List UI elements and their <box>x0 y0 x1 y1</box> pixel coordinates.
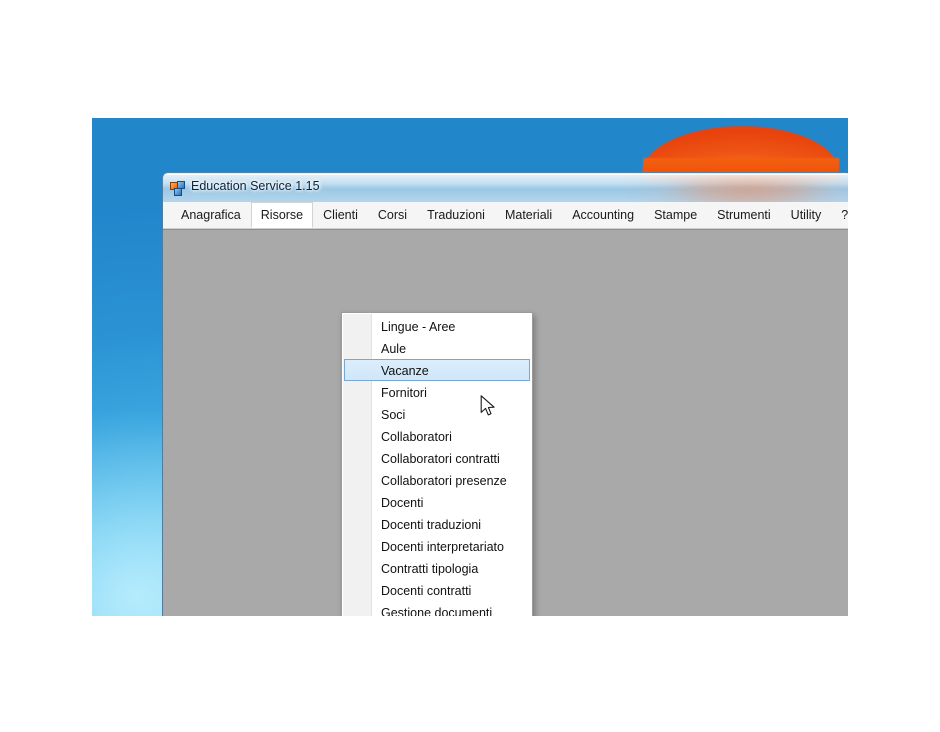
dropdown-item-label: Collaboratori <box>381 430 452 444</box>
dropdown-item-fornitori[interactable]: Fornitori <box>344 381 530 403</box>
dropdown-item-label: Collaboratori contratti <box>381 452 500 466</box>
dropdown-item-collaboratori-presenze[interactable]: Collaboratori presenze <box>344 469 530 491</box>
dropdown-item-label: Docenti interpretariato <box>381 540 504 554</box>
menu-item-accounting[interactable]: Accounting <box>562 202 644 228</box>
menu-item-label: Utility <box>790 208 822 222</box>
dropdown-item-label: Docenti <box>381 496 424 510</box>
menu-item-label: Materiali <box>504 208 553 222</box>
dropdown-item-label: Fornitori <box>381 386 427 400</box>
menu-item-stampe[interactable]: Stampe <box>644 202 707 228</box>
dropdown-item-docenti[interactable]: Docenti <box>344 491 530 513</box>
menu-item-traduzioni[interactable]: Traduzioni <box>417 202 495 228</box>
dropdown-item-docenti-contratti[interactable]: Docenti contratti <box>344 579 530 601</box>
dropdown-item-collaboratori[interactable]: Collaboratori <box>344 425 530 447</box>
menu-item-materiali[interactable]: Materiali <box>495 202 562 228</box>
dropdown-item-label: Vacanze <box>381 364 429 378</box>
menu-item-label: Corsi <box>377 208 408 222</box>
menu-item-label: Strumenti <box>717 208 771 222</box>
menu-item-utility[interactable]: Utility <box>781 202 832 228</box>
dropdown-item-docenti-traduzioni[interactable]: Docenti traduzioni <box>344 513 530 535</box>
menu-item-label: Stampe <box>654 208 698 222</box>
desktop-background: Education Service 1.15 Anagrafica Risors… <box>92 118 848 616</box>
dropdown-item-gestione-documenti[interactable]: Gestione documenti <box>344 601 530 616</box>
app-icon-blue-square-bottom <box>174 188 182 196</box>
dropdown-item-contratti-tipologia[interactable]: Contratti tipologia <box>344 557 530 579</box>
application-window: Education Service 1.15 Anagrafica Risors… <box>162 172 848 616</box>
dropdown-item-vacanze[interactable]: Vacanze <box>344 359 530 381</box>
menu-item-label: Traduzioni <box>427 208 485 222</box>
screenshot-canvas: Education Service 1.15 Anagrafica Risors… <box>0 0 940 732</box>
menu-item-label: Anagrafica <box>181 208 241 222</box>
dropdown-item-soci[interactable]: Soci <box>344 403 530 425</box>
app-squares-icon[interactable] <box>170 181 185 196</box>
dropdown-item-label: Collaboratori presenze <box>381 474 507 488</box>
menu-item-label: Accounting <box>572 208 635 222</box>
dropdown-item-label: Gestione documenti <box>381 606 493 616</box>
menu-item-label: Clienti <box>323 208 358 222</box>
risorse-dropdown-menu: Lingue - Aree Aule Vacanze Fornitori Soc… <box>341 312 533 616</box>
dropdown-item-aule[interactable]: Aule <box>344 337 530 359</box>
menu-item-anagrafica[interactable]: Anagrafica <box>171 202 251 228</box>
dropdown-item-label: Contratti tipologia <box>381 562 479 576</box>
dropdown-item-docenti-interpretariato[interactable]: Docenti interpretariato <box>344 535 530 557</box>
dropdown-item-label: Docenti contratti <box>381 584 472 598</box>
dropdown-item-collaboratori-contratti[interactable]: Collaboratori contratti <box>344 447 530 469</box>
menu-item-label: Risorse <box>260 208 304 222</box>
dropdown-item-lingue-aree[interactable]: Lingue - Aree <box>344 315 530 337</box>
window-title: Education Service 1.15 <box>191 179 320 193</box>
dropdown-item-label: Soci <box>381 408 406 422</box>
menu-item-help[interactable]: ? <box>831 202 848 228</box>
menu-bar: Anagrafica Risorse Clienti Corsi Traduzi… <box>163 202 848 229</box>
menu-item-risorse[interactable]: Risorse <box>250 202 314 228</box>
dropdown-item-label: Aule <box>381 342 407 356</box>
dropdown-item-label: Lingue - Aree <box>381 320 456 334</box>
titlebar-highlight-line <box>164 174 848 175</box>
menu-item-label: ? <box>841 208 848 222</box>
dropdown-item-label: Docenti traduzioni <box>381 518 482 532</box>
menu-item-strumenti[interactable]: Strumenti <box>707 202 781 228</box>
window-client-area: Anagrafica Risorse Clienti Corsi Traduzi… <box>162 202 848 616</box>
window-titlebar[interactable]: Education Service 1.15 <box>162 172 848 202</box>
menu-item-corsi[interactable]: Corsi <box>368 202 417 228</box>
menu-item-clienti[interactable]: Clienti <box>313 202 368 228</box>
